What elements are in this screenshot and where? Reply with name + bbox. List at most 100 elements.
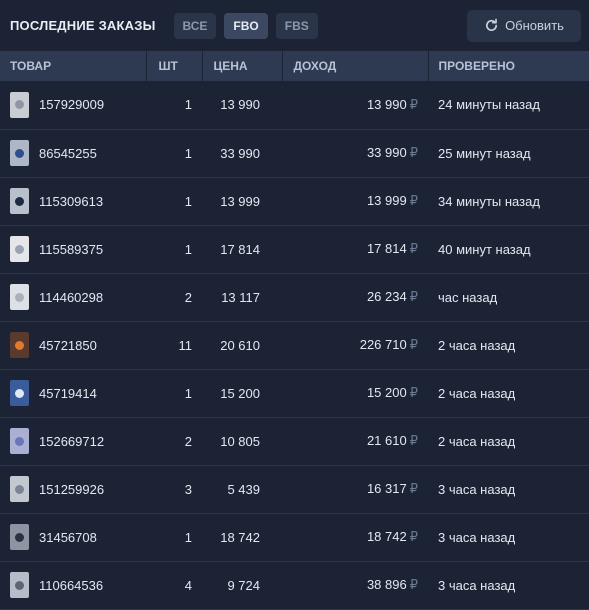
product-cell: 151259926 — [0, 465, 146, 513]
income-cell: 15 200 ₽ — [282, 369, 428, 417]
orders-table-body: 157929009 1 13 990 13 990 ₽24 минуты назад 86… — [0, 81, 589, 609]
income-cell: 21 610 ₽ — [282, 417, 428, 465]
income-cell: 26 234 ₽ — [282, 273, 428, 321]
product-sku[interactable]: 115589375 — [39, 242, 103, 257]
table-row[interactable]: 115309613 1 13 999 13 999 ₽34 минуты назад — [0, 177, 589, 225]
product-sku[interactable]: 110664536 — [39, 578, 103, 593]
price-cell: 13 990 — [220, 97, 260, 113]
refresh-button[interactable]: Обновить — [467, 9, 581, 42]
price-cell: 9 724 — [227, 577, 260, 593]
table-row[interactable]: 115589375 1 17 814 17 814 ₽40 минут назад — [0, 225, 589, 273]
income-value: 15 200 — [366, 385, 407, 400]
product-sku[interactable]: 45721850 — [39, 338, 97, 353]
product-sku[interactable]: 86545255 — [39, 146, 97, 161]
filter-all-button[interactable]: ВСЕ — [173, 12, 217, 39]
column-header-price[interactable]: ЦЕНА — [202, 51, 283, 81]
ruble-sign: ₽ — [409, 577, 418, 592]
income-cell: 226 710 ₽ — [282, 321, 428, 369]
income-cell: 16 317 ₽ — [282, 465, 428, 513]
table-row[interactable]: 157929009 1 13 990 13 990 ₽24 минуты назад — [0, 81, 589, 129]
product-thumbnail-detail — [15, 100, 24, 110]
product-cell: 115309613 — [0, 177, 146, 225]
table-row[interactable]: 86545255 1 33 990 33 990 ₽25 минут назад — [0, 129, 589, 177]
filter-fbo-button[interactable]: FBO — [224, 12, 268, 39]
ruble-sign: ₽ — [409, 145, 418, 160]
product-thumbnail[interactable] — [10, 188, 29, 214]
table-header-row: ТОВАР ШТ ЦЕНА ДОХОД ПРОВЕРЕНО — [0, 51, 589, 81]
price-cell: 18 742 — [220, 529, 260, 545]
checked-cell: 24 минуты назад — [438, 97, 540, 113]
checked-cell: 3 часа назад — [438, 577, 516, 593]
product-sku[interactable]: 152669712 — [39, 434, 104, 449]
ruble-sign: ₽ — [409, 385, 418, 400]
table-row[interactable]: 151259926 3 5 439 16 317 ₽3 часа назад — [0, 465, 589, 513]
qty-cell: 4 — [184, 577, 192, 593]
column-header-qty[interactable]: ШТ — [146, 51, 203, 81]
product-thumbnail[interactable] — [10, 524, 29, 550]
product-cell: 157929009 — [0, 81, 146, 129]
column-header-product[interactable]: ТОВАР — [0, 51, 147, 81]
qty-cell: 2 — [184, 289, 192, 305]
ruble-sign: ₽ — [409, 529, 418, 544]
product-thumbnail[interactable] — [10, 236, 29, 262]
product-thumbnail[interactable] — [10, 380, 29, 406]
table-row[interactable]: 152669712 2 10 805 21 610 ₽2 часа назад — [0, 417, 589, 465]
checked-cell: 40 минут назад — [438, 241, 531, 257]
table-row[interactable]: 114460298 2 13 117 26 234 ₽ час назад — [0, 273, 589, 321]
product-thumbnail[interactable] — [10, 91, 29, 118]
panel-title: ПОСЛЕДНИЕ ЗАКАЗЫ — [10, 18, 156, 33]
product-thumbnail-detail — [15, 340, 24, 350]
income-cell: 13 999 ₽ — [282, 177, 428, 225]
income-value: 13 999 — [366, 193, 407, 208]
checked-cell: 3 часа назад — [438, 529, 516, 545]
qty-cell: 2 — [184, 433, 192, 449]
product-cell: 114460298 — [0, 273, 146, 321]
table-row[interactable]: 45721850 11 20 610 226 710 ₽2 часа назад — [0, 321, 589, 369]
panel-header: ПОСЛЕДНИЕ ЗАКАЗЫ ВСЕ FBO FBS Обновить — [0, 0, 589, 51]
income-value: 33 990 — [366, 145, 407, 160]
qty-cell: 1 — [184, 241, 192, 257]
product-sku[interactable]: 45719414 — [39, 386, 97, 401]
price-cell: 15 200 — [220, 385, 260, 401]
product-thumbnail[interactable] — [10, 140, 29, 166]
product-thumbnail-detail — [15, 484, 24, 494]
income-value: 21 610 — [366, 433, 407, 448]
product-sku[interactable]: 151259926 — [39, 482, 104, 497]
income-value: 16 317 — [366, 481, 407, 496]
ruble-sign: ₽ — [409, 337, 418, 352]
qty-cell: 1 — [184, 97, 192, 113]
product-sku[interactable]: 157929009 — [39, 97, 104, 112]
table-row[interactable]: 45719414 1 15 200 15 200 ₽2 часа назад — [0, 369, 589, 417]
ruble-sign: ₽ — [409, 289, 418, 304]
checked-cell: 34 минуты назад — [438, 193, 540, 209]
income-cell: 13 990 ₽ — [282, 81, 428, 129]
product-thumbnail-detail — [15, 580, 24, 590]
product-thumbnail[interactable] — [10, 572, 29, 598]
table-row[interactable]: 31456708 1 18 742 18 742 ₽3 часа назад — [0, 513, 589, 561]
price-cell: 33 990 — [220, 145, 260, 161]
column-header-income[interactable]: ДОХОД — [282, 51, 429, 81]
ruble-sign: ₽ — [409, 193, 418, 208]
income-value: 226 710 — [359, 337, 407, 352]
table-row[interactable]: 110664536 4 9 724 38 896 ₽3 часа назад — [0, 561, 589, 609]
product-sku[interactable]: 115309613 — [39, 194, 103, 209]
qty-cell: 1 — [184, 529, 192, 545]
product-thumbnail-detail — [15, 292, 24, 302]
product-thumbnail-detail — [15, 436, 24, 446]
income-value: 38 896 — [366, 577, 407, 592]
qty-cell: 1 — [184, 385, 192, 401]
price-cell: 13 117 — [221, 289, 260, 305]
product-thumbnail[interactable] — [10, 476, 29, 502]
ruble-sign: ₽ — [409, 241, 418, 256]
column-header-checked[interactable]: ПРОВЕРЕНО — [428, 51, 589, 81]
product-thumbnail[interactable] — [10, 332, 29, 358]
income-value: 13 990 — [366, 96, 407, 112]
price-cell: 20 610 — [220, 337, 260, 353]
product-sku[interactable]: 31456708 — [39, 530, 97, 545]
product-sku[interactable]: 114460298 — [39, 290, 103, 305]
product-cell: 45721850 — [0, 321, 146, 369]
product-thumbnail[interactable] — [10, 428, 29, 454]
product-thumbnail[interactable] — [10, 284, 29, 310]
checked-cell: 3 часа назад — [438, 481, 516, 497]
filter-fbs-button[interactable]: FBS — [275, 12, 318, 39]
